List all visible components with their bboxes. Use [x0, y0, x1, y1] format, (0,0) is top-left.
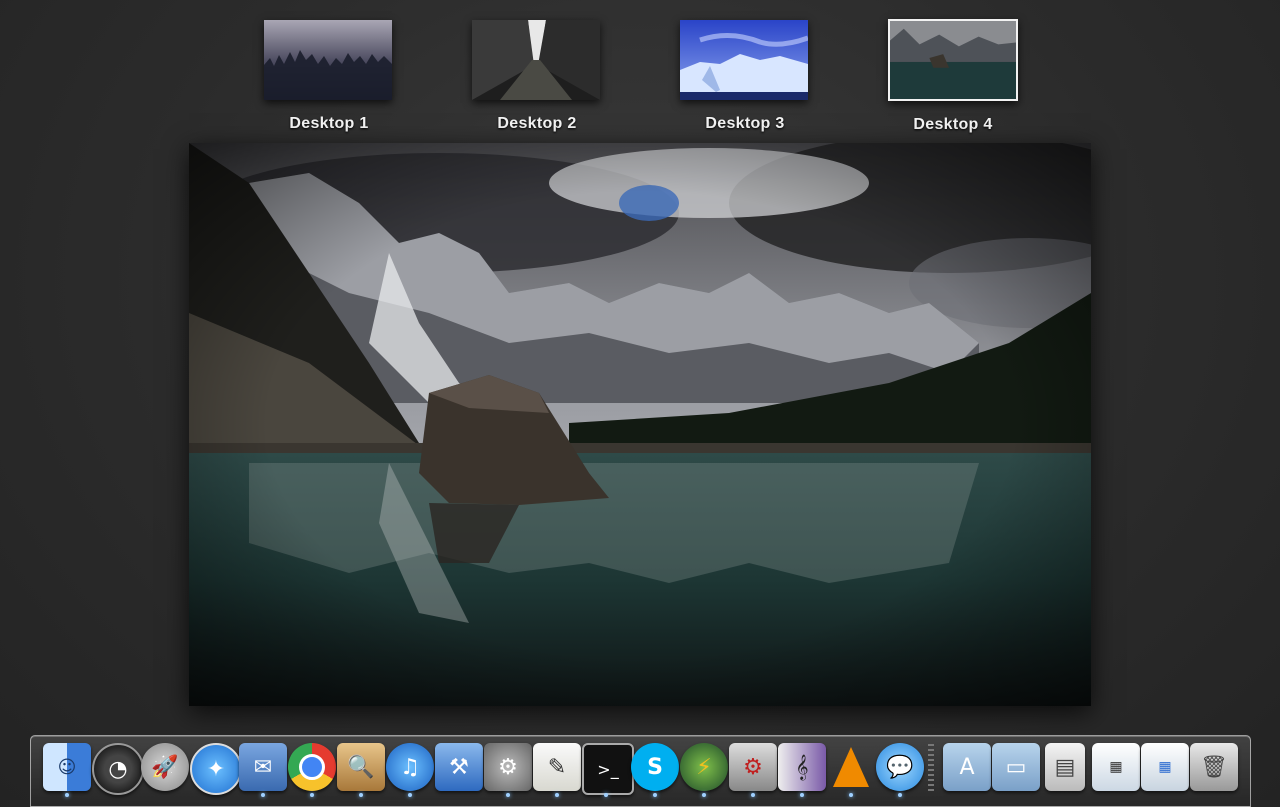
- launchpad-icon[interactable]: 🚀: [141, 743, 189, 791]
- desktop-1-label: Desktop 1: [289, 115, 369, 132]
- vlc-running-indicator: [849, 793, 853, 797]
- filezilla-running-indicator: [702, 793, 706, 797]
- terminal-icon[interactable]: >_: [582, 743, 634, 795]
- dashboard-icon[interactable]: ◔: [92, 743, 144, 795]
- desktop-1-preview[interactable]: [264, 20, 392, 100]
- archive-icon[interactable]: ▤: [1045, 743, 1085, 791]
- documents-folder-icon[interactable]: ▭: [992, 743, 1040, 791]
- finder-running-indicator: [65, 793, 69, 797]
- window-chrome-icon[interactable]: ▦: [1092, 743, 1140, 791]
- lake-mountain-wallpaper: [189, 143, 1091, 706]
- textedit-running-indicator: [555, 793, 559, 797]
- desktop-4-label: Desktop 4: [913, 116, 993, 133]
- chrome-running-indicator: [310, 793, 314, 797]
- transmission-running-indicator: [751, 793, 755, 797]
- desktop-4-thumbnail[interactable]: Desktop 4: [888, 19, 1018, 134]
- safari-icon[interactable]: ✦: [190, 743, 242, 795]
- trash-icon[interactable]: 🗑: [1190, 743, 1238, 791]
- xcode-icon[interactable]: ⚒: [435, 743, 483, 791]
- skype-running-indicator: [653, 793, 657, 797]
- itunes-icon[interactable]: ♫: [386, 743, 434, 791]
- sibelius-running-indicator: [800, 793, 804, 797]
- mail-running-indicator: [261, 793, 265, 797]
- textedit-icon[interactable]: ✎: [533, 743, 581, 791]
- chrome-icon[interactable]: [288, 743, 336, 791]
- window-itunes-icon[interactable]: ▦: [1141, 743, 1189, 791]
- finder-icon[interactable]: ☺: [43, 743, 91, 791]
- desktop-4-preview[interactable]: [888, 19, 1018, 101]
- desktop-2-label: Desktop 2: [497, 115, 577, 132]
- desktop-3-label: Desktop 3: [705, 115, 785, 132]
- preview-running-indicator: [359, 793, 363, 797]
- desktop-2-thumbnail[interactable]: Desktop 2: [472, 20, 602, 133]
- system-preferences-running-indicator: [506, 793, 510, 797]
- filezilla-icon[interactable]: ⚡: [680, 743, 728, 791]
- dock-separator: [928, 744, 934, 794]
- skype-icon[interactable]: S: [631, 743, 679, 791]
- desktop-1-thumbnail[interactable]: Desktop 1: [264, 20, 394, 133]
- dock: ☺ ◔ 🚀 ✦ ✉ 🔍 ♫ ⚒ ⚙ ✎ >_ S ⚡ ⚙ 𝄞 💬 A ▭ ▤ ▦…: [30, 735, 1251, 807]
- desktop-2-preview[interactable]: [472, 20, 600, 100]
- desktop-3-preview[interactable]: [680, 20, 808, 100]
- sibelius-icon[interactable]: 𝄞: [778, 743, 826, 791]
- messages-running-indicator: [898, 793, 902, 797]
- desktop-3-thumbnail[interactable]: Desktop 3: [680, 20, 810, 133]
- preview-icon[interactable]: 🔍: [337, 743, 385, 791]
- active-desktop-wallpaper[interactable]: [189, 143, 1091, 706]
- mail-icon[interactable]: ✉: [239, 743, 287, 791]
- itunes-running-indicator: [408, 793, 412, 797]
- system-preferences-icon[interactable]: ⚙: [484, 743, 532, 791]
- messages-icon[interactable]: 💬: [876, 743, 924, 791]
- vlc-icon[interactable]: [827, 743, 875, 791]
- terminal-running-indicator: [604, 793, 608, 797]
- transmission-icon[interactable]: ⚙: [729, 743, 777, 791]
- applications-folder-icon[interactable]: A: [943, 743, 991, 791]
